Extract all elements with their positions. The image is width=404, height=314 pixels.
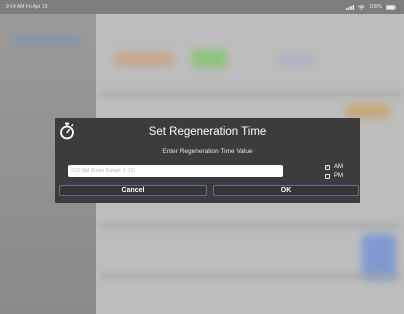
- status-time: 9:14 AM Fri Apr 19: [6, 4, 48, 10]
- pm-label: PM: [334, 173, 343, 179]
- wifi-icon: [358, 4, 365, 10]
- cancel-button[interactable]: Cancel: [59, 185, 207, 196]
- battery-icon: [386, 4, 396, 10]
- regeneration-time-input[interactable]: [68, 165, 283, 177]
- status-indicators: 100%: [346, 0, 396, 14]
- dialog-title: Set Regeneration Time: [148, 126, 267, 138]
- pm-checkbox[interactable]: PM: [325, 172, 343, 180]
- checkbox-unchecked-icon: [325, 173, 330, 179]
- status-bar: 9:14 AM Fri Apr 19 100%: [0, 0, 404, 14]
- am-label: AM: [334, 164, 343, 170]
- checkbox-checked-icon: ✓: [325, 164, 330, 170]
- regeneration-time-dialog: Set Regeneration Time Enter Regeneration…: [55, 118, 360, 203]
- ok-button[interactable]: OK: [213, 185, 359, 196]
- battery-percent: 100%: [369, 4, 382, 10]
- am-checkbox[interactable]: ✓ AM: [325, 163, 343, 171]
- signal-icon: [346, 4, 355, 10]
- dialog-subtitle: Enter Regeneration Time Value: [162, 148, 253, 155]
